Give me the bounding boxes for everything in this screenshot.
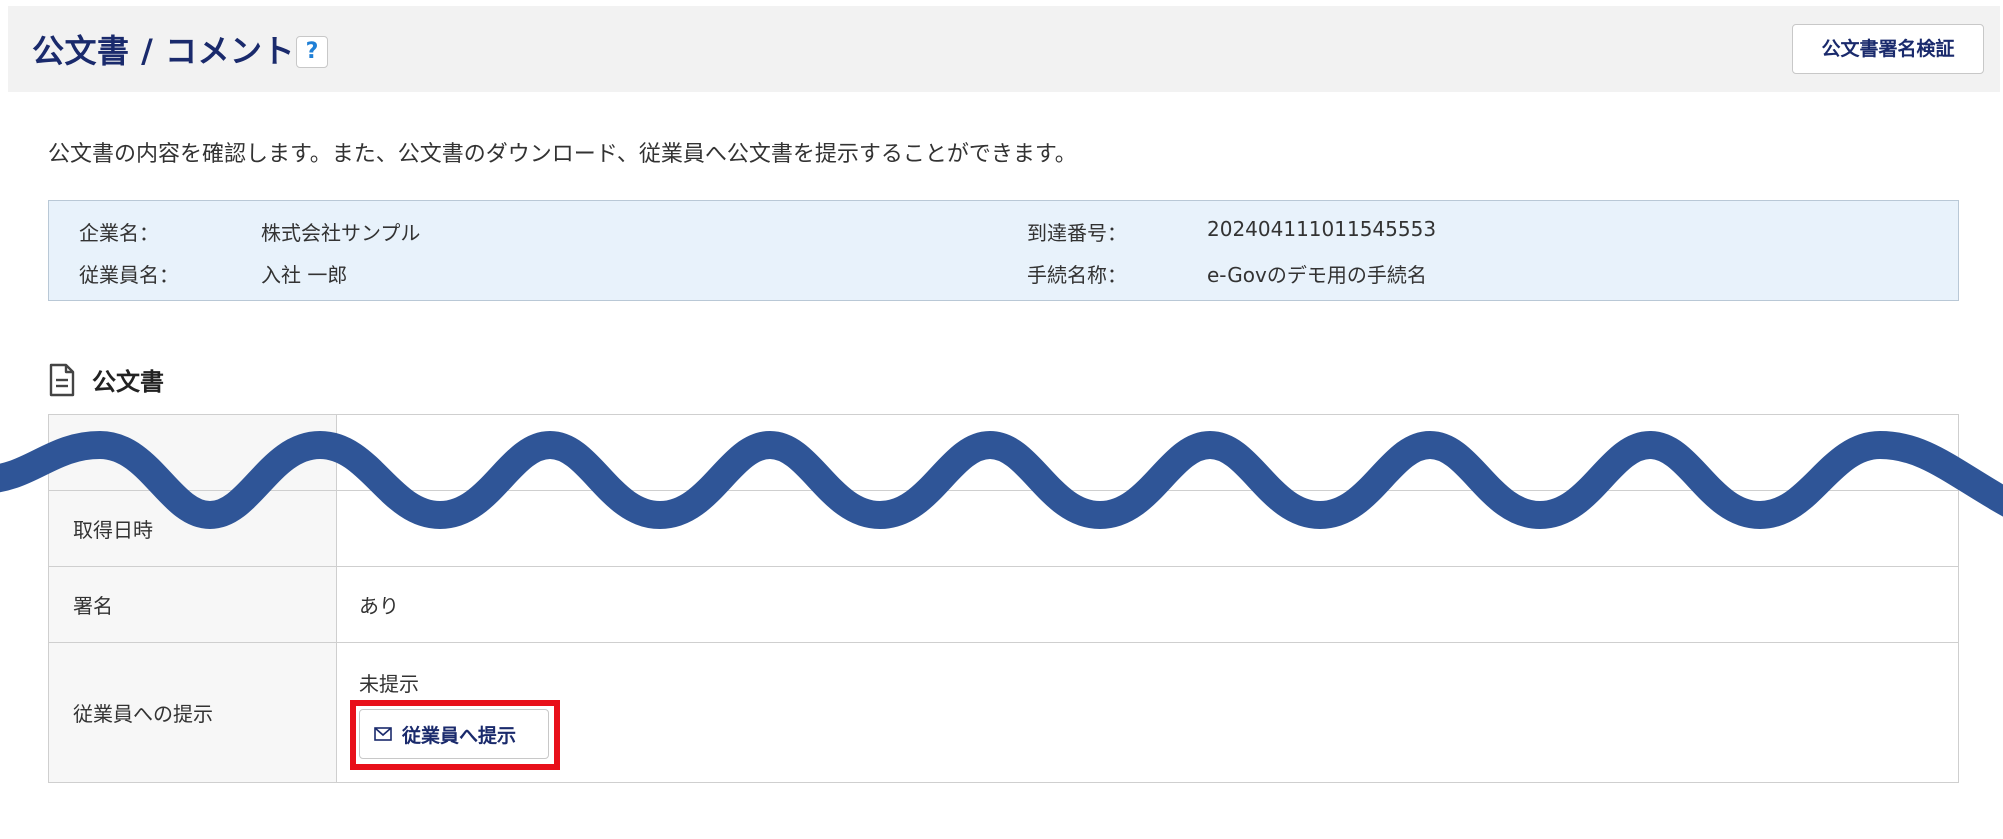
help-button[interactable]: ? xyxy=(296,36,328,68)
table-row: 署名 あり xyxy=(48,566,1959,643)
procedure-name-label: 手続名称： xyxy=(1027,263,1127,287)
procedure-name-value: e-Govのデモ用の手続名 xyxy=(1207,263,1427,287)
table-row: 取得日時 xyxy=(48,490,1959,567)
section-header: 公文書 xyxy=(48,362,164,397)
row-value xyxy=(336,414,1959,491)
arrival-number-value: 202404111011545553 xyxy=(1207,217,1437,241)
info-box: 企業名： 株式会社サンプル 従業員名： 入社 一郎 到達番号： 20240411… xyxy=(48,200,1959,301)
row-label xyxy=(48,414,337,491)
highlight-box xyxy=(350,700,560,770)
section-title: 公文書 xyxy=(92,368,164,396)
page-title: 公文書 / コメント xyxy=(32,32,295,70)
document-icon xyxy=(49,363,75,396)
company-value: 株式会社サンプル xyxy=(261,221,421,245)
table-row xyxy=(48,414,1959,491)
page-header: 公文書 / コメント ? 公文書署名検証 xyxy=(8,6,2000,92)
company-label: 企業名： xyxy=(79,221,159,245)
row-value: あり xyxy=(336,566,1959,643)
row-label: 取得日時 xyxy=(48,490,337,567)
presentation-status: 未提示 xyxy=(359,672,419,696)
table-row: 従業員への提示 未提示 従業員へ提示 xyxy=(48,642,1959,783)
verify-signature-button[interactable]: 公文書署名検証 xyxy=(1792,24,1984,74)
presentation-cell: 未提示 従業員へ提示 xyxy=(336,642,1959,783)
arrival-number-label: 到達番号： xyxy=(1027,221,1127,245)
row-label: 署名 xyxy=(48,566,337,643)
page-description: 公文書の内容を確認します。また、公文書のダウンロード、従業員へ公文書を提示するこ… xyxy=(48,142,1077,167)
row-label: 従業員への提示 xyxy=(48,642,337,783)
row-value xyxy=(336,490,1959,567)
employee-label: 従業員名： xyxy=(79,263,179,287)
employee-value: 入社 一郎 xyxy=(261,263,348,287)
document-table: 取得日時 署名 あり 従業員への提示 未提示 従業員へ提示 xyxy=(48,414,1959,783)
